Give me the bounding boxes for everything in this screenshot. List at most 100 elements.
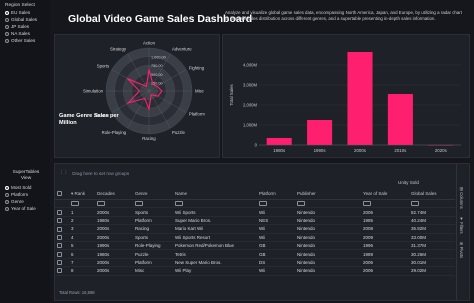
select-all-checkbox[interactable] xyxy=(55,188,69,200)
tab-columns[interactable]: ▥ Columns xyxy=(459,186,464,209)
table-cell: 2000s xyxy=(95,258,133,268)
radio-icon[interactable] xyxy=(5,192,9,197)
table-view-radio-group[interactable]: Most Sold Platform Genre Year of Sale xyxy=(5,184,36,212)
table-cell: Sports xyxy=(133,233,173,242)
view-option-platform[interactable]: Platform xyxy=(5,191,36,198)
table-cell: NES xyxy=(257,216,295,226)
table-row[interactable]: 3 2000s Racing Mario Kart Wii Wii Nintendo 200… xyxy=(55,224,455,234)
table-cell: Wii xyxy=(257,224,295,234)
header-global-sales[interactable]: Global Sales xyxy=(409,188,455,200)
bar[interactable] xyxy=(266,138,292,145)
table-cell: 5 xyxy=(69,241,95,251)
header-name[interactable]: Name xyxy=(173,188,257,200)
row-checkbox[interactable] xyxy=(55,216,69,226)
bar[interactable] xyxy=(307,120,333,145)
region-option-na[interactable]: NA Sales xyxy=(5,30,37,37)
table-cell: 30.01M xyxy=(409,258,455,268)
radio-icon[interactable] xyxy=(5,10,9,15)
table-row[interactable]: 4 2000s Sports Wii Sports Resort Wii Nintendo… xyxy=(55,233,455,242)
radar-axis-label: Role-Playing xyxy=(102,130,127,135)
region-select-label: Region Select xyxy=(5,3,35,8)
table-row[interactable]: 1 2000s Sports Wii Sports Wii Nintendo 2006 82.… xyxy=(55,207,455,217)
tab-pivots[interactable]: ⊞ Pivots xyxy=(459,242,464,258)
radar-title: Game Genre Sales per Million xyxy=(59,113,119,126)
table-row[interactable]: 6 1980s Puzzle Tetris GB Nintendo 1989 30.26M xyxy=(55,249,455,259)
region-option-other[interactable]: Other Sales xyxy=(5,37,37,44)
radar-axis-label: Misc xyxy=(195,89,205,94)
x-tick-label: 2010s xyxy=(394,148,407,153)
view-option-year[interactable]: Year of Sale xyxy=(5,205,36,212)
radar-axis-label: Racing xyxy=(142,136,156,141)
radio-icon[interactable] xyxy=(5,199,9,204)
filter-decades[interactable] xyxy=(95,199,133,209)
table-row[interactable]: 7 2000s Platform New Super Mario Bros. DS Nin… xyxy=(55,258,455,268)
table-cell: 1985 xyxy=(361,216,409,226)
radar-axis-label: Puzzle xyxy=(172,130,186,135)
filter-name[interactable] xyxy=(173,199,257,209)
table-cell: Nintendo xyxy=(295,207,361,217)
table-cell: 2009 xyxy=(361,233,409,242)
y-tick-label: 2,000M xyxy=(243,103,257,108)
filter-publisher[interactable] xyxy=(295,199,361,209)
table-row[interactable]: 5 1990s Role-Playing Pokemon Red/Pokemon Bl… xyxy=(55,241,455,251)
radio-icon[interactable] xyxy=(5,38,9,43)
data-grid: ▾ Rank Decades Genre Name Platform Publi… xyxy=(55,188,455,276)
filter-rank[interactable] xyxy=(69,199,95,209)
table-row[interactable]: 8 2000s Misc Wii Play Wii Nintendo 2006 29.02M xyxy=(55,266,455,276)
radar-chart-card: Action Adventure Fighting Misc Platform Puzzl… xyxy=(54,34,220,158)
table-cell: 40.24M xyxy=(409,216,455,226)
radio-icon[interactable] xyxy=(5,31,9,36)
bar[interactable] xyxy=(387,94,413,145)
row-checkbox[interactable] xyxy=(55,258,69,268)
header-publisher[interactable]: Publisher xyxy=(295,188,361,200)
row-group-dropzone[interactable]: ⋮⋮ Drag here to set row groups xyxy=(59,170,129,176)
table-cell: Nintendo xyxy=(295,224,361,234)
region-option-jp[interactable]: JP Sales xyxy=(5,23,37,30)
filter-platform[interactable] xyxy=(257,199,295,209)
header-decades[interactable]: Decades xyxy=(95,188,133,200)
row-checkbox[interactable] xyxy=(55,233,69,242)
tab-filters[interactable]: ▼ Filters xyxy=(459,216,464,234)
table-cell: 2000s xyxy=(95,224,133,234)
region-radio-group[interactable]: EU Sales Global Sales JP Sales NA Sales … xyxy=(5,9,37,44)
table-cell: 33.00M xyxy=(409,233,455,242)
region-option-eu[interactable]: EU Sales xyxy=(5,9,37,16)
header-genre[interactable]: Genre xyxy=(133,188,173,200)
row-checkbox[interactable] xyxy=(55,249,69,259)
y-tick-label: 4,000M xyxy=(243,63,257,68)
row-checkbox[interactable] xyxy=(55,266,69,276)
radar-ring-label: 750.00 xyxy=(151,64,163,68)
radar-axis-label: Adventure xyxy=(172,47,192,52)
radio-icon[interactable] xyxy=(5,185,9,190)
radio-icon[interactable] xyxy=(5,24,9,29)
row-checkbox[interactable] xyxy=(55,241,69,251)
bar[interactable] xyxy=(347,52,373,145)
drag-handle-icon: ⋮⋮ xyxy=(59,170,69,175)
header-platform[interactable]: Platform xyxy=(257,188,295,200)
table-cell: GB xyxy=(257,249,295,259)
table-cell: Nintendo xyxy=(295,233,361,242)
row-checkbox[interactable] xyxy=(55,207,69,217)
total-rows-status: Total Rows: 16,598 xyxy=(59,290,95,295)
row-checkbox[interactable] xyxy=(55,224,69,234)
radio-icon[interactable] xyxy=(5,17,9,22)
table-cell: Nintendo xyxy=(295,216,361,226)
supertable-card: ⋮⋮ Drag here to set row groups Unity Sol… xyxy=(54,163,470,301)
table-cell: Super Mario Bros. xyxy=(173,216,257,226)
filter-global-sales[interactable] xyxy=(409,199,455,209)
table-cell: Wii xyxy=(257,207,295,217)
table-cell: 30.26M xyxy=(409,249,455,259)
table-cell: Platform xyxy=(133,216,173,226)
view-option-most-sold[interactable]: Most Sold xyxy=(5,184,36,191)
table-cell: 1 xyxy=(69,207,95,217)
y-tick-label: 0 xyxy=(255,143,258,148)
radar-axis-label: Sports xyxy=(97,64,109,69)
filter-genre[interactable] xyxy=(133,199,173,209)
view-option-genre[interactable]: Genre xyxy=(5,198,36,205)
radio-icon[interactable] xyxy=(5,206,9,211)
filter-year[interactable] xyxy=(361,199,409,209)
header-year[interactable]: Year of Sale xyxy=(361,188,409,200)
header-rank[interactable]: ▾ Rank xyxy=(69,188,95,200)
table-row[interactable]: 2 1980s Platform Super Mario Bros. NES Ninten… xyxy=(55,216,455,226)
region-option-global[interactable]: Global Sales xyxy=(5,16,37,23)
